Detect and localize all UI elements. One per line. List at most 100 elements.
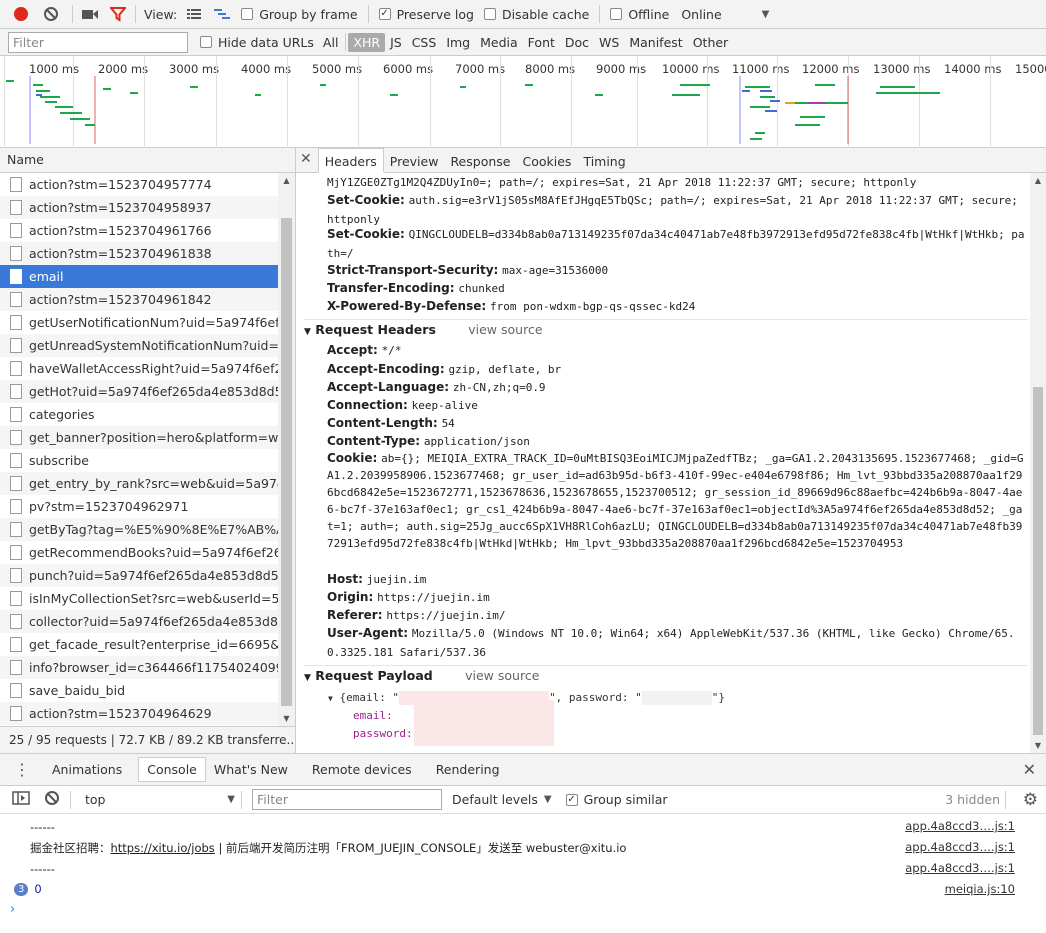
request-row[interactable]: getRecommendBooks?uid=5a974f6ef265d [0, 541, 278, 564]
log-levels-select[interactable]: Default levels ▼ [452, 792, 552, 807]
detail-scroll-thumb[interactable] [1033, 387, 1043, 735]
hide-data-urls-option[interactable]: Hide data URLs [200, 35, 314, 50]
tab-rendering[interactable]: Rendering [428, 758, 508, 781]
offline-option[interactable]: Offline [610, 7, 669, 22]
divider [1005, 790, 1006, 809]
tab-whats-new[interactable]: What's New [206, 758, 296, 781]
offline-checkbox[interactable] [610, 8, 623, 20]
request-row[interactable]: subscribe [0, 449, 278, 472]
request-row[interactable]: punch?uid=5a974f6ef265da4e853d8d52& [0, 564, 278, 587]
settings-gear-icon[interactable]: ⚙ [1023, 790, 1038, 810]
type-filter-media[interactable]: Media [475, 33, 523, 52]
request-row[interactable]: getUnreadSystemNotificationNum?uid=5a [0, 334, 278, 357]
group-by-frame-option[interactable]: Group by frame [241, 7, 358, 22]
type-filter-doc[interactable]: Doc [560, 33, 594, 52]
console-source-link[interactable]: meiqia.js:10 [945, 882, 1015, 896]
record-icon[interactable] [10, 3, 32, 25]
request-row[interactable]: save_baidu_bid [0, 679, 278, 702]
sidebar-toggle-icon[interactable] [12, 791, 30, 808]
group-similar-checkbox[interactable]: ✓ [565, 793, 578, 806]
type-filter-font[interactable]: Font [523, 33, 560, 52]
type-filter-img[interactable]: Img [441, 33, 475, 52]
tab-remote-devices[interactable]: Remote devices [304, 758, 420, 781]
preserve-log-option[interactable]: ✓ Preserve log [378, 7, 474, 22]
request-row[interactable]: haveWalletAccessRight?uid=5a974f6ef265. [0, 357, 278, 380]
group-similar-option[interactable]: ✓ Group similar [565, 792, 668, 807]
close-drawer-icon[interactable]: ✕ [1023, 760, 1036, 779]
tab-timing[interactable]: Timing [577, 149, 631, 172]
tab-response[interactable]: Response [444, 149, 516, 172]
type-filter-css[interactable]: CSS [407, 33, 442, 52]
request-row[interactable]: get_entry_by_rank?src=web&uid=5a974f6. [0, 472, 278, 495]
type-filter-xhr[interactable]: XHR [348, 32, 386, 52]
tab-cookies[interactable]: Cookies [516, 149, 577, 172]
document-icon [10, 246, 22, 261]
waterfall-icon[interactable] [211, 3, 233, 25]
request-row[interactable]: email [0, 265, 278, 288]
request-row[interactable]: pv?stm=1523704962971 [0, 495, 278, 518]
video-camera-icon[interactable] [79, 3, 101, 25]
large-rows-icon[interactable] [183, 3, 205, 25]
context-select[interactable]: top ▼ [85, 792, 235, 807]
scroll-down-icon[interactable]: ▼ [278, 714, 295, 723]
clear-console-icon[interactable] [44, 790, 60, 809]
type-filter-js[interactable]: JS [385, 33, 407, 52]
request-headers-section[interactable]: ▼ Request Headers view source [304, 322, 543, 337]
request-row[interactable]: action?stm=1523704958937 [0, 196, 278, 219]
request-row[interactable]: categories [0, 403, 278, 426]
view-source-link[interactable]: view source [465, 668, 539, 683]
request-name: action?stm=1523704961766 [29, 223, 212, 238]
tab-console[interactable]: Console [138, 757, 206, 782]
filter-input[interactable]: Filter [8, 31, 188, 53]
clear-icon[interactable] [40, 3, 62, 25]
console-filter-input[interactable]: Filter [252, 789, 442, 810]
view-source-link[interactable]: view source [468, 322, 542, 337]
request-row[interactable]: action?stm=1523704964629 [0, 702, 278, 725]
document-icon [10, 269, 22, 284]
request-row[interactable]: info?browser_id=c364466f11754024099a0. [0, 656, 278, 679]
disable-cache-checkbox[interactable] [483, 8, 496, 20]
scroll-up-icon[interactable]: ▲ [278, 176, 295, 185]
filter-icon[interactable] [107, 3, 129, 25]
request-row[interactable]: getHot?uid=5a974f6ef265da4e853d8d52& [0, 380, 278, 403]
close-icon[interactable]: ✕ [300, 151, 312, 167]
tab-preview[interactable]: Preview [384, 149, 445, 172]
request-row[interactable]: get_banner?position=hero&platform=web [0, 426, 278, 449]
console-message: 3 0 [14, 882, 42, 896]
request-row[interactable]: action?stm=1523704961838 [0, 242, 278, 265]
request-row[interactable]: collector?uid=5a974f6ef265da4e853d8d52 [0, 610, 278, 633]
tab-headers[interactable]: Headers [317, 148, 384, 173]
document-icon [10, 591, 22, 606]
request-row[interactable]: get_facade_result?enterprise_id=6695&sou [0, 633, 278, 656]
timeline-overview[interactable]: 1000 ms 2000 ms 3000 ms 4000 ms 5000 ms … [0, 56, 1046, 148]
request-row[interactable]: getByTag?tag=%E5%90%8E%E7%AB%AF& [0, 518, 278, 541]
request-row[interactable]: action?stm=1523704961766 [0, 219, 278, 242]
console-source-link[interactable]: app.4a8ccd3….js:1 [905, 840, 1015, 854]
type-filter-ws[interactable]: WS [594, 33, 624, 52]
console-prompt-icon[interactable]: › [10, 902, 15, 917]
more-tools-icon[interactable]: ⋮ [14, 760, 30, 779]
request-row[interactable]: action?stm=1523704957774 [0, 173, 278, 196]
tab-animations[interactable]: Animations [44, 758, 130, 781]
preserve-log-checkbox[interactable]: ✓ [378, 8, 391, 20]
console-source-link[interactable]: app.4a8ccd3….js:1 [905, 819, 1015, 833]
group-by-frame-checkbox[interactable] [241, 8, 254, 20]
scroll-down-icon[interactable]: ▼ [1030, 741, 1046, 750]
header-row: Accept-Language: zh-CN,zh;q=0.9 [327, 380, 546, 394]
scroll-up-icon[interactable]: ▲ [1030, 176, 1046, 185]
request-list-scroll-thumb[interactable] [281, 218, 292, 706]
request-row[interactable]: action?stm=1523704961842 [0, 288, 278, 311]
hide-data-urls-checkbox[interactable] [200, 36, 212, 48]
jobs-link[interactable]: https://xitu.io/jobs [111, 841, 215, 855]
disable-cache-option[interactable]: Disable cache [483, 7, 589, 22]
request-row[interactable]: isInMyCollectionSet?src=web&userId=5a9 [0, 587, 278, 610]
document-icon [10, 660, 22, 675]
request-row[interactable]: getUserNotificationNum?uid=5a974f6ef26 [0, 311, 278, 334]
throttling-select[interactable]: Online ▼ [681, 7, 769, 22]
type-filter-other[interactable]: Other [688, 33, 734, 52]
name-column-header[interactable]: Name [0, 148, 296, 173]
request-payload-section[interactable]: ▼ Request Payload view source [304, 668, 539, 683]
type-filter-all[interactable]: All [318, 33, 344, 52]
console-source-link[interactable]: app.4a8ccd3….js:1 [905, 861, 1015, 875]
type-filter-manifest[interactable]: Manifest [624, 33, 687, 52]
